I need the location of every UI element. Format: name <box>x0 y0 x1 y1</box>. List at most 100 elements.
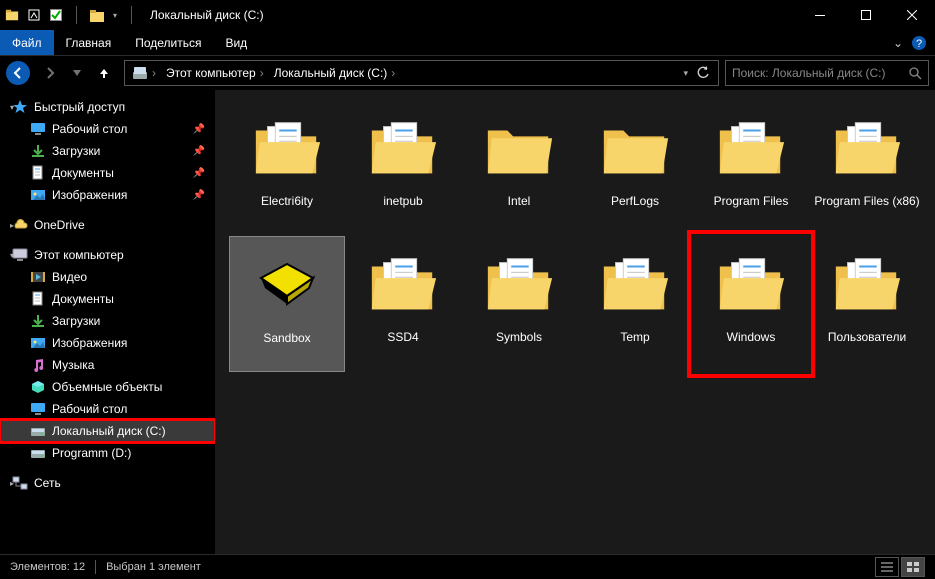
tab-view[interactable]: Вид <box>213 30 259 55</box>
qat-properties-icon[interactable] <box>26 7 42 23</box>
sidebar-item-label: Музыка <box>52 358 94 372</box>
up-button[interactable] <box>90 59 118 87</box>
folder-item[interactable]: Program Files <box>693 100 809 236</box>
folder-item[interactable]: Пользователи <box>809 236 925 372</box>
explorer-window: ▾ Локальный диск (C:) Файл Главная Подел… <box>0 0 935 579</box>
sidebar-item-pc-8[interactable]: Programm (D:) <box>0 442 215 464</box>
desktop-icon <box>30 401 46 417</box>
item-thumbnail <box>241 106 333 190</box>
qat-separator-2 <box>131 6 132 24</box>
svg-text:?: ? <box>916 38 922 50</box>
sidebar-item-label: Документы <box>52 292 114 306</box>
ribbon-collapse-icon[interactable]: ⌄ <box>893 36 903 50</box>
3d-icon <box>30 379 46 395</box>
close-button[interactable] <box>889 0 935 30</box>
minimize-button[interactable] <box>797 0 843 30</box>
folder-icon <box>598 252 672 316</box>
folder-item[interactable]: Sandbox <box>229 236 345 372</box>
sidebar-item-pc-7[interactable]: Локальный диск (C:) <box>0 420 215 442</box>
item-label: inetpub <box>383 194 422 208</box>
status-divider <box>95 560 96 574</box>
tab-file[interactable]: Файл <box>0 30 54 55</box>
item-thumbnail <box>357 106 449 190</box>
sidebar-item-label: Объемные объекты <box>52 380 162 394</box>
tab-share[interactable]: Поделиться <box>123 30 213 55</box>
sidebar-item-pc-2[interactable]: Загрузки <box>0 310 215 332</box>
tab-home[interactable]: Главная <box>54 30 124 55</box>
qat-separator <box>76 6 77 24</box>
window-controls <box>797 0 935 30</box>
sidebar-item-label: Документы <box>52 166 114 180</box>
expand-icon[interactable]: ▸ <box>6 221 18 230</box>
ribbon: Файл Главная Поделиться Вид ⌄ ? <box>0 30 935 56</box>
breadcrumb-root-icon[interactable]: › <box>129 66 159 80</box>
sidebar-item-network[interactable]: ▸Сеть <box>0 472 215 494</box>
folder-item[interactable]: Temp <box>577 236 693 372</box>
downloads-icon <box>30 143 46 159</box>
sidebar-item-pc-4[interactable]: Музыка <box>0 354 215 376</box>
breadcrumb-segment-pc[interactable]: Этот компьютер › <box>163 66 267 80</box>
refresh-button[interactable] <box>692 66 714 80</box>
sidebar-item-label: OneDrive <box>34 218 85 232</box>
sidebar-item-quick-1[interactable]: Загрузки📌 <box>0 140 215 162</box>
item-label: Пользователи <box>828 330 906 344</box>
sandbox-icon <box>257 260 317 310</box>
search-placeholder: Поиск: Локальный диск (C:) <box>732 66 909 80</box>
pin-icon: 📌 <box>193 124 205 135</box>
qat-dropdown-icon[interactable]: ▾ <box>111 7 119 23</box>
icons-view-button[interactable] <box>901 557 925 577</box>
sidebar-item-label: Загрузки <box>52 144 100 158</box>
qat-checkbox-icon[interactable] <box>48 7 64 23</box>
sidebar-item-quick-access[interactable]: ▾Быстрый доступ <box>0 96 215 118</box>
folder-view[interactable]: Electri6ity inetpub Intel PerfLogs Program F… <box>215 90 935 554</box>
sidebar-item-pc-3[interactable]: Изображения <box>0 332 215 354</box>
expand-icon[interactable]: ▸ <box>6 479 18 488</box>
breadcrumb-segment-disk[interactable]: Локальный диск (C:) › <box>271 66 399 80</box>
folder-item[interactable]: Intel <box>461 100 577 236</box>
sidebar-item-onedrive[interactable]: ▸ OneDrive <box>0 214 215 236</box>
folder-item[interactable]: Electri6ity <box>229 100 345 236</box>
item-thumbnail <box>589 242 681 326</box>
sidebar-item-label: Изображения <box>52 336 127 350</box>
item-thumbnail <box>241 243 333 327</box>
sidebar-item-quick-0[interactable]: Рабочий стол📌 <box>0 118 215 140</box>
sidebar-item-pc-6[interactable]: Рабочий стол <box>0 398 215 420</box>
item-thumbnail <box>473 106 565 190</box>
expand-icon[interactable]: ▾ <box>6 103 18 112</box>
sidebar-item-pc-0[interactable]: Видео <box>0 266 215 288</box>
documents-icon <box>30 291 46 307</box>
maximize-button[interactable] <box>843 0 889 30</box>
sidebar-item-pc-5[interactable]: Объемные объекты <box>0 376 215 398</box>
chevron-right-icon[interactable]: › <box>260 66 264 80</box>
folder-item[interactable]: inetpub <box>345 100 461 236</box>
item-thumbnail <box>821 106 913 190</box>
sidebar-item-quick-2[interactable]: Документы📌 <box>0 162 215 184</box>
help-icon[interactable]: ? <box>911 35 927 51</box>
chevron-right-icon[interactable]: › <box>152 66 156 80</box>
item-label: Program Files (x86) <box>814 194 919 208</box>
item-label: PerfLogs <box>611 194 659 208</box>
details-view-button[interactable] <box>875 557 899 577</box>
search-icon <box>909 67 922 80</box>
sidebar-item-this-pc[interactable]: ▾Этот компьютер <box>0 244 215 266</box>
folder-item[interactable]: PerfLogs <box>577 100 693 236</box>
item-thumbnail <box>821 242 913 326</box>
sidebar-item-label: Загрузки <box>52 314 100 328</box>
sidebar-item-pc-1[interactable]: Документы <box>0 288 215 310</box>
forward-button[interactable] <box>36 59 64 87</box>
folder-item[interactable]: Windows <box>693 236 809 372</box>
folder-icon <box>482 116 556 180</box>
downloads-icon <box>30 313 46 329</box>
disk-icon <box>30 445 46 461</box>
folder-item[interactable]: Symbols <box>461 236 577 372</box>
search-box[interactable]: Поиск: Локальный диск (C:) <box>725 60 929 86</box>
folder-item[interactable]: SSD4 <box>345 236 461 372</box>
folder-item[interactable]: Program Files (x86) <box>809 100 925 236</box>
address-dropdown-icon[interactable]: ▾ <box>683 68 688 79</box>
expand-icon[interactable]: ▾ <box>6 251 18 260</box>
chevron-right-icon[interactable]: › <box>391 66 395 80</box>
address-bar[interactable]: › Этот компьютер › Локальный диск (C:) ›… <box>124 60 719 86</box>
recent-locations-button[interactable] <box>70 59 84 87</box>
sidebar-item-quick-3[interactable]: Изображения📌 <box>0 184 215 206</box>
back-button[interactable] <box>6 61 30 85</box>
